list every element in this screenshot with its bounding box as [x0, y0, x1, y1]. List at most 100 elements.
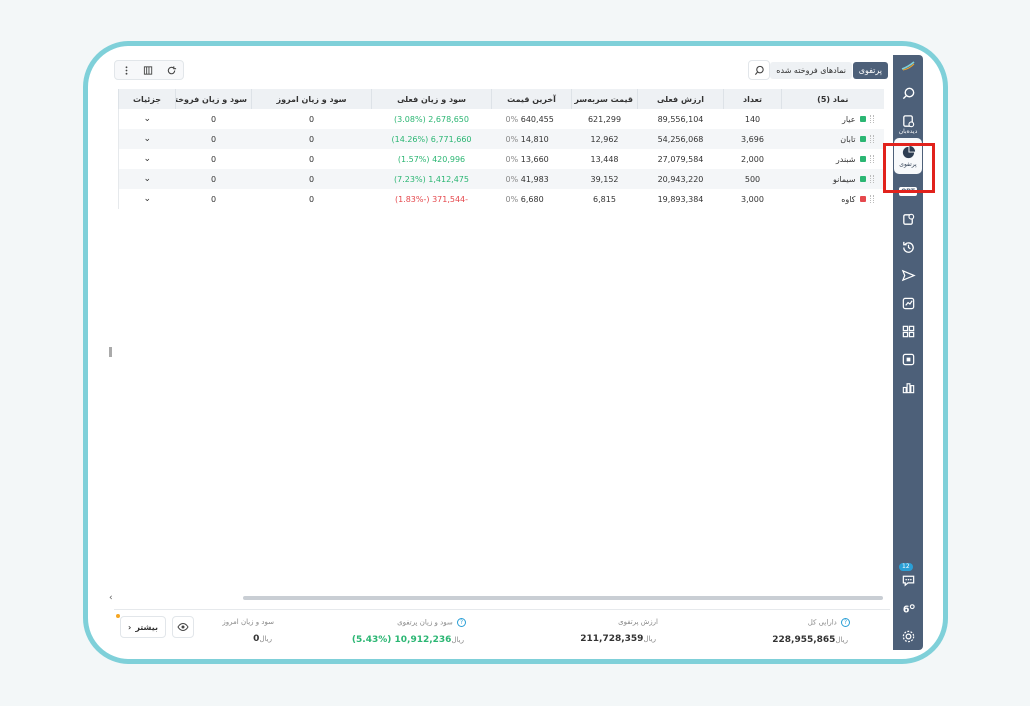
cell-current-value: 20,943,220	[637, 169, 724, 189]
cell-symbol[interactable]: سیمانو	[781, 169, 884, 189]
resize-handle[interactable]	[109, 347, 112, 357]
rail-history[interactable]	[893, 233, 923, 261]
table-row[interactable]: کاوه 3,000 19,893,384 6,815 6,680 0% -37…	[118, 189, 884, 209]
table-header: نماد (5) تعداد ارزش فعلی قیمت سربه‌سر ≡ …	[118, 89, 884, 109]
portfolio-value-label: ارزش پرتفوی	[618, 618, 658, 626]
cell-details[interactable]: ⌄	[118, 189, 176, 209]
cell-last-price: 640,455 0%	[492, 109, 572, 129]
more-vertical-icon[interactable]	[121, 65, 132, 76]
more-button[interactable]: › بیشتر	[120, 616, 166, 638]
header-breakeven[interactable]: قیمت سربه‌سر ≡	[571, 89, 638, 109]
last-price-value: 640,455	[520, 114, 554, 124]
cell-sold-pl: 0	[210, 194, 217, 204]
header-today-pl[interactable]: سود و زیان امروز	[251, 89, 372, 109]
search-button[interactable]	[748, 60, 770, 80]
eye-icon	[177, 622, 189, 632]
symbol-name: تابان	[840, 134, 856, 144]
drag-handle-icon[interactable]	[869, 135, 874, 143]
last-price-change: 0%	[505, 174, 519, 184]
rail-send[interactable]	[893, 261, 923, 289]
columns-icon[interactable]	[143, 65, 154, 76]
tab-portfolio[interactable]: پرتفوی	[852, 62, 888, 79]
cell-symbol[interactable]: تابان	[781, 129, 884, 149]
rail-portfolio-label: پرتفوی	[899, 160, 917, 168]
drag-handle-icon[interactable]	[869, 155, 874, 163]
svg-text:6: 6	[902, 604, 909, 615]
rail-trend[interactable]	[893, 289, 923, 317]
table-row[interactable]: عیار 140 89,556,104 621,299 640,455 0% 2…	[118, 109, 884, 129]
notification-dot	[116, 614, 120, 618]
rail-reports[interactable]	[893, 373, 923, 401]
symbol-name: کاوه	[841, 194, 856, 204]
symbol-name: عیار	[842, 114, 856, 124]
cell-breakeven: 39,152	[571, 169, 638, 189]
status-indicator	[859, 156, 866, 162]
last-price-change: 0%	[505, 194, 519, 204]
cell-quantity: 3,000	[741, 194, 764, 204]
rail-box[interactable]	[893, 345, 923, 373]
chevron-down-icon[interactable]: ⌄	[143, 194, 151, 204]
rail-chat[interactable]: 12	[893, 563, 923, 594]
rail-dashboard[interactable]	[893, 317, 923, 345]
search-icon	[902, 87, 914, 99]
refresh-icon[interactable]	[166, 65, 177, 76]
chevron-down-icon[interactable]: ⌄	[143, 174, 151, 184]
help-icon[interactable]: ?	[457, 618, 466, 627]
six-gear-icon: 6	[902, 603, 915, 615]
cell-today-pl: 0	[308, 114, 315, 124]
rail-orders[interactable]	[893, 205, 923, 233]
chevron-left-icon[interactable]: ‹	[109, 593, 113, 603]
cell-breakeven: 12,962	[571, 129, 638, 149]
help-icon[interactable]: ?	[841, 618, 850, 627]
header-last-price[interactable]: آخرین قیمت	[491, 89, 572, 109]
cell-current-pl: 2,678,650 (3.08%)	[394, 114, 469, 124]
rail-settings[interactable]	[893, 622, 923, 650]
header-current-value[interactable]: ارزش فعلی	[637, 89, 724, 109]
history-icon	[902, 241, 914, 253]
tab-sold-symbols[interactable]: نمادهای فروخته شده	[770, 62, 852, 79]
today-pl-unit: ریال	[259, 635, 272, 643]
cell-symbol[interactable]: عیار	[782, 109, 884, 129]
horizontal-scrollbar[interactable]	[243, 596, 883, 600]
chevron-down-icon[interactable]: ⌄	[143, 114, 151, 124]
rail-options[interactable]: OPT	[893, 177, 923, 205]
last-price-change: 0%	[505, 154, 519, 164]
cell-details[interactable]: ⌄	[118, 169, 176, 189]
more-label: بیشتر	[135, 622, 158, 632]
header-symbol[interactable]: نماد (5)	[781, 89, 884, 109]
visibility-toggle[interactable]	[172, 616, 194, 638]
chevron-down-icon[interactable]: ⌄	[143, 154, 151, 164]
portfolio-pl: سود و زیان پرتفوی ? ریال10,912,236 (%5.4…	[352, 618, 466, 646]
portfolio-table: نماد (5) تعداد ارزش فعلی قیمت سربه‌سر ≡ …	[118, 89, 884, 209]
rail-search[interactable]	[893, 79, 923, 107]
cell-details[interactable]: ⌄	[118, 129, 176, 149]
toolbar	[114, 60, 184, 80]
cell-current-pl: 6,771,660 (14.26%)	[371, 129, 492, 149]
header-quantity[interactable]: تعداد	[723, 89, 782, 109]
watchlist-icon	[902, 114, 914, 127]
cell-details[interactable]: ⌄	[118, 109, 176, 129]
status-indicator	[859, 196, 866, 202]
drag-handle-icon[interactable]	[869, 195, 874, 203]
cell-current-value: 54,256,068	[637, 129, 724, 149]
table-row[interactable]: تابان 3,696 54,256,068 12,962 14,810 0% …	[118, 129, 884, 149]
rail-portfolio[interactable]: پرتفوی	[894, 138, 922, 174]
summary-footer: دارایی کل ? ریال228,955,865 ارزش پرتفوی …	[114, 609, 890, 647]
drag-handle-icon[interactable]	[869, 175, 874, 183]
rail-settings-alt[interactable]: 6	[893, 594, 923, 622]
cell-details[interactable]: ⌄	[118, 149, 176, 169]
header-current-pl[interactable]: سود و زیان فعلی	[371, 89, 492, 109]
drag-handle-icon[interactable]	[869, 115, 874, 123]
table-row[interactable]: سیمانو 500 20,943,220 39,152 41,983 0% 1…	[118, 169, 884, 189]
cell-symbol[interactable]: کاوه	[782, 189, 884, 209]
header-sold-pl[interactable]: سود و زیان فروخته ش	[175, 89, 252, 109]
table-row[interactable]: شبندر 2,000 27,079,584 13,448 13,660 0% …	[118, 149, 884, 169]
today-pl-label: سود و زیان امروز	[222, 618, 274, 626]
last-price-change: 0%	[505, 134, 519, 144]
symbol-name: شبندر	[835, 154, 856, 164]
cell-symbol[interactable]: شبندر	[782, 149, 884, 169]
rail-watchlist[interactable]	[893, 107, 923, 135]
chevron-down-icon[interactable]: ⌄	[143, 134, 151, 144]
status-indicator	[859, 176, 866, 182]
total-assets-unit: ریال	[835, 636, 848, 644]
